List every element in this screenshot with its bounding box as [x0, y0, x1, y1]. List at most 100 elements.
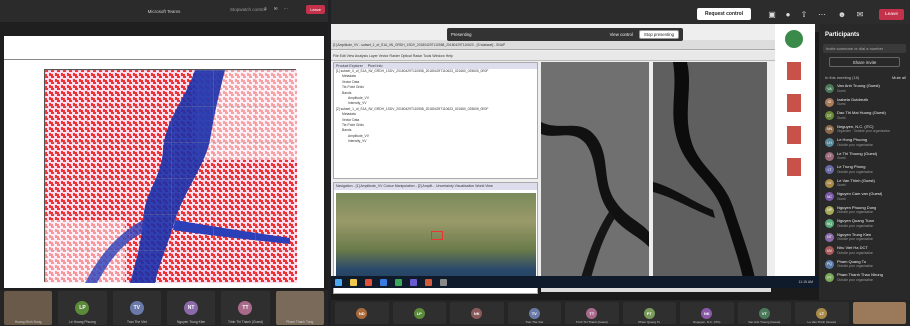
left-teams-window: Microsoft Teams Stopwatch control ☺ ✉ ⋯ …	[0, 0, 328, 326]
word-icon[interactable]	[380, 278, 387, 286]
video-tile[interactable]: PT Pham Quang Tu	[622, 302, 676, 324]
world-view-map[interactable]: UTF Model	[336, 193, 536, 288]
product-tree: [1] subset_0_of_S1A_IW_GRDH_1SDV_2018042…	[334, 69, 537, 145]
left-toolbar-text: Stopwatch control	[230, 7, 266, 12]
view-control-label[interactable]: View control	[610, 32, 633, 37]
navigation-tabs[interactable]: Navigation - [1] Amplitude_VV Colour Man…	[334, 183, 537, 190]
app-icon[interactable]	[785, 30, 803, 48]
video-tile[interactable]	[852, 302, 906, 324]
tile-name: Pham Thanh Tung	[286, 320, 314, 324]
participant-info: Dao Thi Mai Huong (Guest) Guest	[837, 111, 886, 120]
tile-name: Hoang Minh Dung	[14, 320, 42, 324]
participants-icon[interactable]: ☻	[837, 10, 847, 20]
participant-role: Outside your organisation	[837, 210, 874, 215]
participant-info: Le Van Thinh (Guest) Guest	[837, 179, 875, 188]
participant-item[interactable]: NT Nguyen Trung Kien Outside your organisa…	[819, 231, 910, 245]
invite-input[interactable]: Invite someone or dial a number	[823, 44, 906, 53]
participant-item[interactable]: NN Nnguyen, N.C. (ITC) Organizer · Outside…	[819, 123, 910, 137]
video-tile[interactable]: ND	[335, 302, 389, 324]
snap-menu[interactable]: File Edit View Analysis Layer Vector Ras…	[331, 54, 453, 58]
video-tile[interactable]: LP Le Hoang Phuong	[58, 291, 107, 325]
excel-icon[interactable]	[395, 278, 402, 286]
video-tile[interactable]: TT Trinh Thi Thanh (Guest)	[221, 291, 270, 325]
participants-panel: Participants Invite someone or dial a nu…	[819, 24, 910, 300]
camera-icon[interactable]: ▣	[767, 10, 777, 20]
tree-node[interactable]: Intensity_VV	[336, 139, 537, 144]
video-tile[interactable]: NT Nguyen Trung Kien	[166, 291, 216, 325]
tile-name: Nnguyen, N.C. (ITC)	[693, 320, 721, 324]
participant-role: Outside your organisation	[837, 237, 874, 242]
mute-all-button[interactable]: Mute all	[892, 75, 906, 80]
participant-info: Le Hong Phuong Outside your organisation	[837, 138, 873, 147]
tile-name: Nguyen Trung Kien	[177, 320, 206, 324]
flood-map	[44, 69, 297, 283]
video-tile[interactable]: LP	[392, 302, 446, 324]
participant-item[interactable]: NP Nguyen Phuong Dung Outside your organis…	[819, 204, 910, 218]
pixel-info-tab[interactable]: Pixel Info	[368, 64, 383, 68]
product-explorer-tab[interactable]: Product Explorer	[336, 64, 363, 68]
tile-name: Tran The Viet	[126, 320, 147, 324]
chat-icon[interactable]: ✉	[274, 6, 278, 12]
leave-button[interactable]: Leave	[879, 9, 905, 20]
pdf-icon[interactable]	[787, 158, 801, 176]
chat-icon[interactable]: ✉	[855, 10, 865, 20]
sar-image-view-1[interactable]	[541, 62, 649, 278]
participant-item[interactable]: NV Nhu Viet Ha DCT Outside your organisati…	[819, 244, 910, 258]
participant-item[interactable]: PT Pham Thanh Thao Nhung Outside your orga…	[819, 271, 910, 285]
avatar: DT	[825, 111, 834, 121]
video-tile[interactable]: Pham Thanh Tung	[275, 291, 324, 325]
people-icon[interactable]: ☺	[263, 6, 268, 12]
tile-name: Le Hoang Phuong	[69, 320, 96, 324]
avatar: LP	[413, 307, 425, 319]
folder-icon[interactable]	[350, 278, 357, 286]
participant-item[interactable]: NQ Nguyen Quang Tuan Outside your organisa…	[819, 217, 910, 231]
left-leave-button[interactable]: Leave	[306, 5, 325, 14]
stop-presenting-button[interactable]: Stop presenting	[638, 30, 679, 39]
video-tile[interactable]: NK	[450, 302, 504, 324]
pdf-icon[interactable]	[787, 62, 801, 80]
participant-item[interactable]: LV Le Van Thinh (Guest) Guest	[819, 177, 910, 191]
participant-info: Le Trung Phong Outside your organisation	[837, 165, 873, 174]
video-tile[interactable]: TV Tran The Viet	[112, 291, 161, 325]
sar-image-view-2[interactable]	[653, 62, 767, 278]
participant-item[interactable]: VA Van Anh Truong (Guest) Guest	[819, 82, 910, 96]
video-tile[interactable]: Hoang Minh Dung	[4, 291, 53, 325]
video-tile[interactable]: TV Tran The Viet	[507, 302, 561, 324]
participant-item[interactable]: LH Le Hong Phuong Outside your organisatio…	[819, 136, 910, 150]
view-extent-box	[431, 231, 443, 240]
participant-item[interactable]: DT Dao Thi Mai Huong (Guest) Guest	[819, 109, 910, 123]
participant-item[interactable]: PQ Pham Quang Tu Outside your organisation	[819, 258, 910, 272]
share-invite-button[interactable]: Share invite	[829, 57, 900, 67]
participant-role: Guest	[837, 196, 846, 201]
avatar: TV	[129, 301, 144, 315]
browser-icon[interactable]	[365, 278, 372, 286]
more-icon[interactable]: ⋯	[284, 6, 289, 12]
tile-name: Trinh Thi Thanh (Guest)	[228, 320, 263, 324]
participant-item[interactable]: IG Izabela Gutdrezik Guest	[819, 96, 910, 110]
avatar: PT	[825, 273, 834, 283]
mic-icon[interactable]: ●	[783, 10, 793, 20]
share-icon[interactable]: ⇧	[799, 10, 809, 20]
pdf-icon[interactable]	[787, 126, 801, 144]
snap-menu-bar: File Edit View Analysis Layer Vector Ras…	[331, 51, 775, 61]
participant-role: Organizer · Outside your organisation	[837, 129, 891, 134]
tile-name: Tran The Viet	[525, 320, 544, 324]
participant-item[interactable]: LT Le Trung Phong Outside your organisatio…	[819, 163, 910, 177]
teams-icon[interactable]	[410, 278, 417, 286]
request-control-button[interactable]: Request control	[697, 8, 752, 20]
left-video-strip: Hoang Minh Dung LP Le Hoang Phuong TV Tr…	[0, 290, 328, 326]
participant-item[interactable]: NC Nguyen Cam van (Guest) Guest	[819, 190, 910, 204]
avatar: LT	[816, 307, 828, 319]
left-title-bar: Microsoft Teams Stopwatch control ☺ ✉ ⋯ …	[0, 0, 328, 22]
powerpoint-icon[interactable]	[425, 278, 432, 286]
start-icon[interactable]	[335, 278, 342, 286]
video-tile[interactable]: TT Trinh Thi Thanh (Guest)	[565, 302, 619, 324]
video-tile[interactable]: VT Van Anh Truong (Guest)	[737, 302, 791, 324]
pdf-icon[interactable]	[787, 94, 801, 112]
office-side-icons	[775, 24, 815, 276]
more-icon[interactable]: ⋯	[817, 10, 827, 20]
snap-icon[interactable]	[440, 278, 447, 286]
participant-item[interactable]: LT Le Thi Thuong (Guest) Guest	[819, 150, 910, 164]
video-tile[interactable]: NK Nnguyen, N.C. (ITC)	[680, 302, 734, 324]
video-tile[interactable]: LT Le Van Thinh (Guest)	[795, 302, 849, 324]
